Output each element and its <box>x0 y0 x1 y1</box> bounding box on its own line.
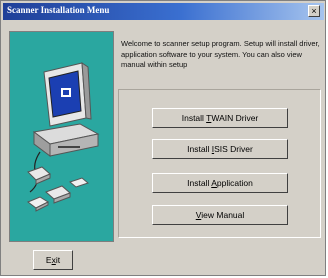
computer-with-scanner-icon <box>27 62 100 212</box>
button-label-suffix: it <box>55 255 61 265</box>
view-manual-button[interactable]: View Manual <box>152 205 288 225</box>
install-isis-driver-button[interactable]: Install ISIS Driver <box>152 139 288 159</box>
close-button[interactable]: × <box>308 5 320 17</box>
button-label-suffix: WAIN Driver <box>211 113 259 123</box>
installer-window: Scanner Installation Menu × Welcome to s… <box>0 0 326 276</box>
button-label-suffix: SIS Driver <box>214 144 253 154</box>
window-title: Scanner Installation Menu <box>7 5 110 15</box>
button-label-suffix: pplication <box>216 178 253 188</box>
title-bar[interactable]: Scanner Installation Menu × <box>3 3 324 20</box>
button-label-prefix: Install <box>187 144 212 154</box>
install-application-button[interactable]: Install Application <box>152 173 288 193</box>
welcome-text: Welcome to scanner setup program. Setup … <box>121 39 320 69</box>
exit-button[interactable]: Exit <box>33 250 73 270</box>
button-label-suffix: iew Manual <box>201 210 245 220</box>
button-label-prefix: Install <box>181 113 207 123</box>
button-label-prefix: Install <box>187 178 212 188</box>
install-twain-driver-button[interactable]: Install TWAIN Driver <box>152 108 288 128</box>
illustration-panel <box>9 31 114 242</box>
